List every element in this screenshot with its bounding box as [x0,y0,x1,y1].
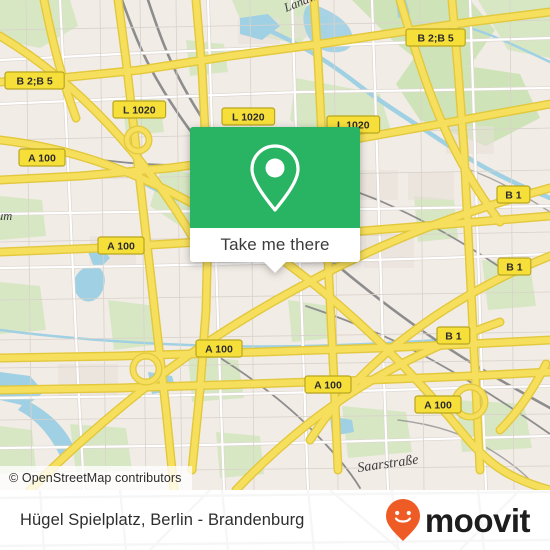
map-share-card: .lnd { fill:#f2ece6; } .grn { fill:#d7e7… [0,0,550,550]
road-shield: A 100 [195,339,243,358]
road-shield-label: A 100 [28,153,56,165]
road-shield: B 2;B 5 [4,71,65,90]
take-me-there-label: Take me there [220,235,330,254]
road-shield: L 1020 [112,100,167,119]
road-shield-label: B 2;B 5 [17,76,53,88]
road-shield: A 100 [97,236,145,255]
road-shield-label: L 1020 [123,105,156,117]
osm-attribution-text: © OpenStreetMap contributors [9,471,182,485]
road-shield-label: A 100 [314,380,342,392]
road-shield-label: B 1 [505,190,522,202]
road-shield: B 1 [436,326,471,345]
road-shield: B 1 [497,257,532,276]
footer-bar: Hügel Spielplatz, Berlin - Brandenburg m… [0,490,550,550]
callout-header [190,127,360,228]
road-shield: L 1020 [221,107,276,126]
place-title: Hügel Spielplatz, Berlin - Brandenburg [20,510,305,529]
road-shield-label: L 1020 [232,112,265,124]
road-shield: A 100 [414,395,462,414]
road-shield-label: A 100 [107,241,135,253]
map-label: um [0,209,12,223]
road-shield: B 1 [496,185,531,204]
osm-attribution[interactable]: © OpenStreetMap contributors [0,466,192,490]
road-shield-label: B 1 [445,331,462,343]
moovit-pin-smile-icon [385,499,420,541]
take-me-there-callout[interactable]: Take me there [190,127,360,273]
road-shield-label: A 100 [424,400,452,412]
map-pin-icon [250,143,300,212]
road-shield: A 100 [304,375,352,394]
road-shield-label: B 1 [506,262,523,274]
callout-pointer [263,261,287,273]
road-shield-label: A 100 [205,344,233,356]
moovit-logo[interactable]: moovit [384,498,531,542]
road-shield: A 100 [18,148,66,167]
callout-footer[interactable]: Take me there [190,228,360,273]
road-shield-label: B 2;B 5 [418,33,454,45]
moovit-wordmark: moovit [424,501,531,539]
road-shield: B 2;B 5 [405,28,466,47]
